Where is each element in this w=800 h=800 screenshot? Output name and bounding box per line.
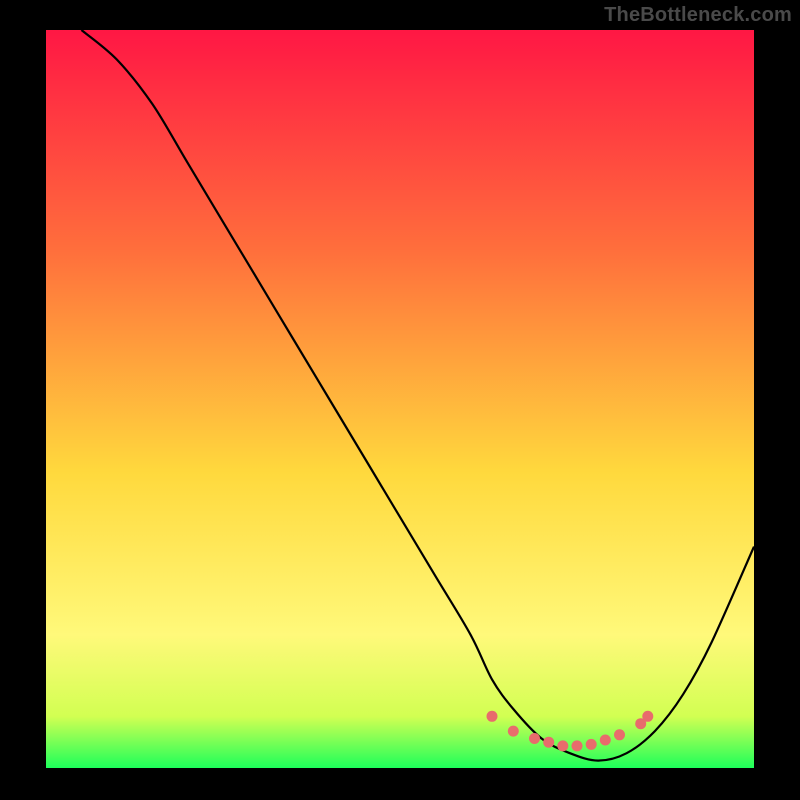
marker-point — [543, 737, 554, 748]
gradient-background — [46, 30, 754, 768]
bottleneck-chart — [0, 0, 800, 800]
marker-point — [529, 733, 540, 744]
marker-point — [614, 729, 625, 740]
marker-point — [508, 726, 519, 737]
marker-point — [586, 739, 597, 750]
watermark-text: TheBottleneck.com — [604, 4, 792, 27]
marker-point — [600, 735, 611, 746]
chart-frame: TheBottleneck.com — [0, 0, 800, 800]
marker-point — [642, 711, 653, 722]
marker-point — [487, 711, 498, 722]
marker-point — [572, 740, 583, 751]
marker-point — [557, 740, 568, 751]
